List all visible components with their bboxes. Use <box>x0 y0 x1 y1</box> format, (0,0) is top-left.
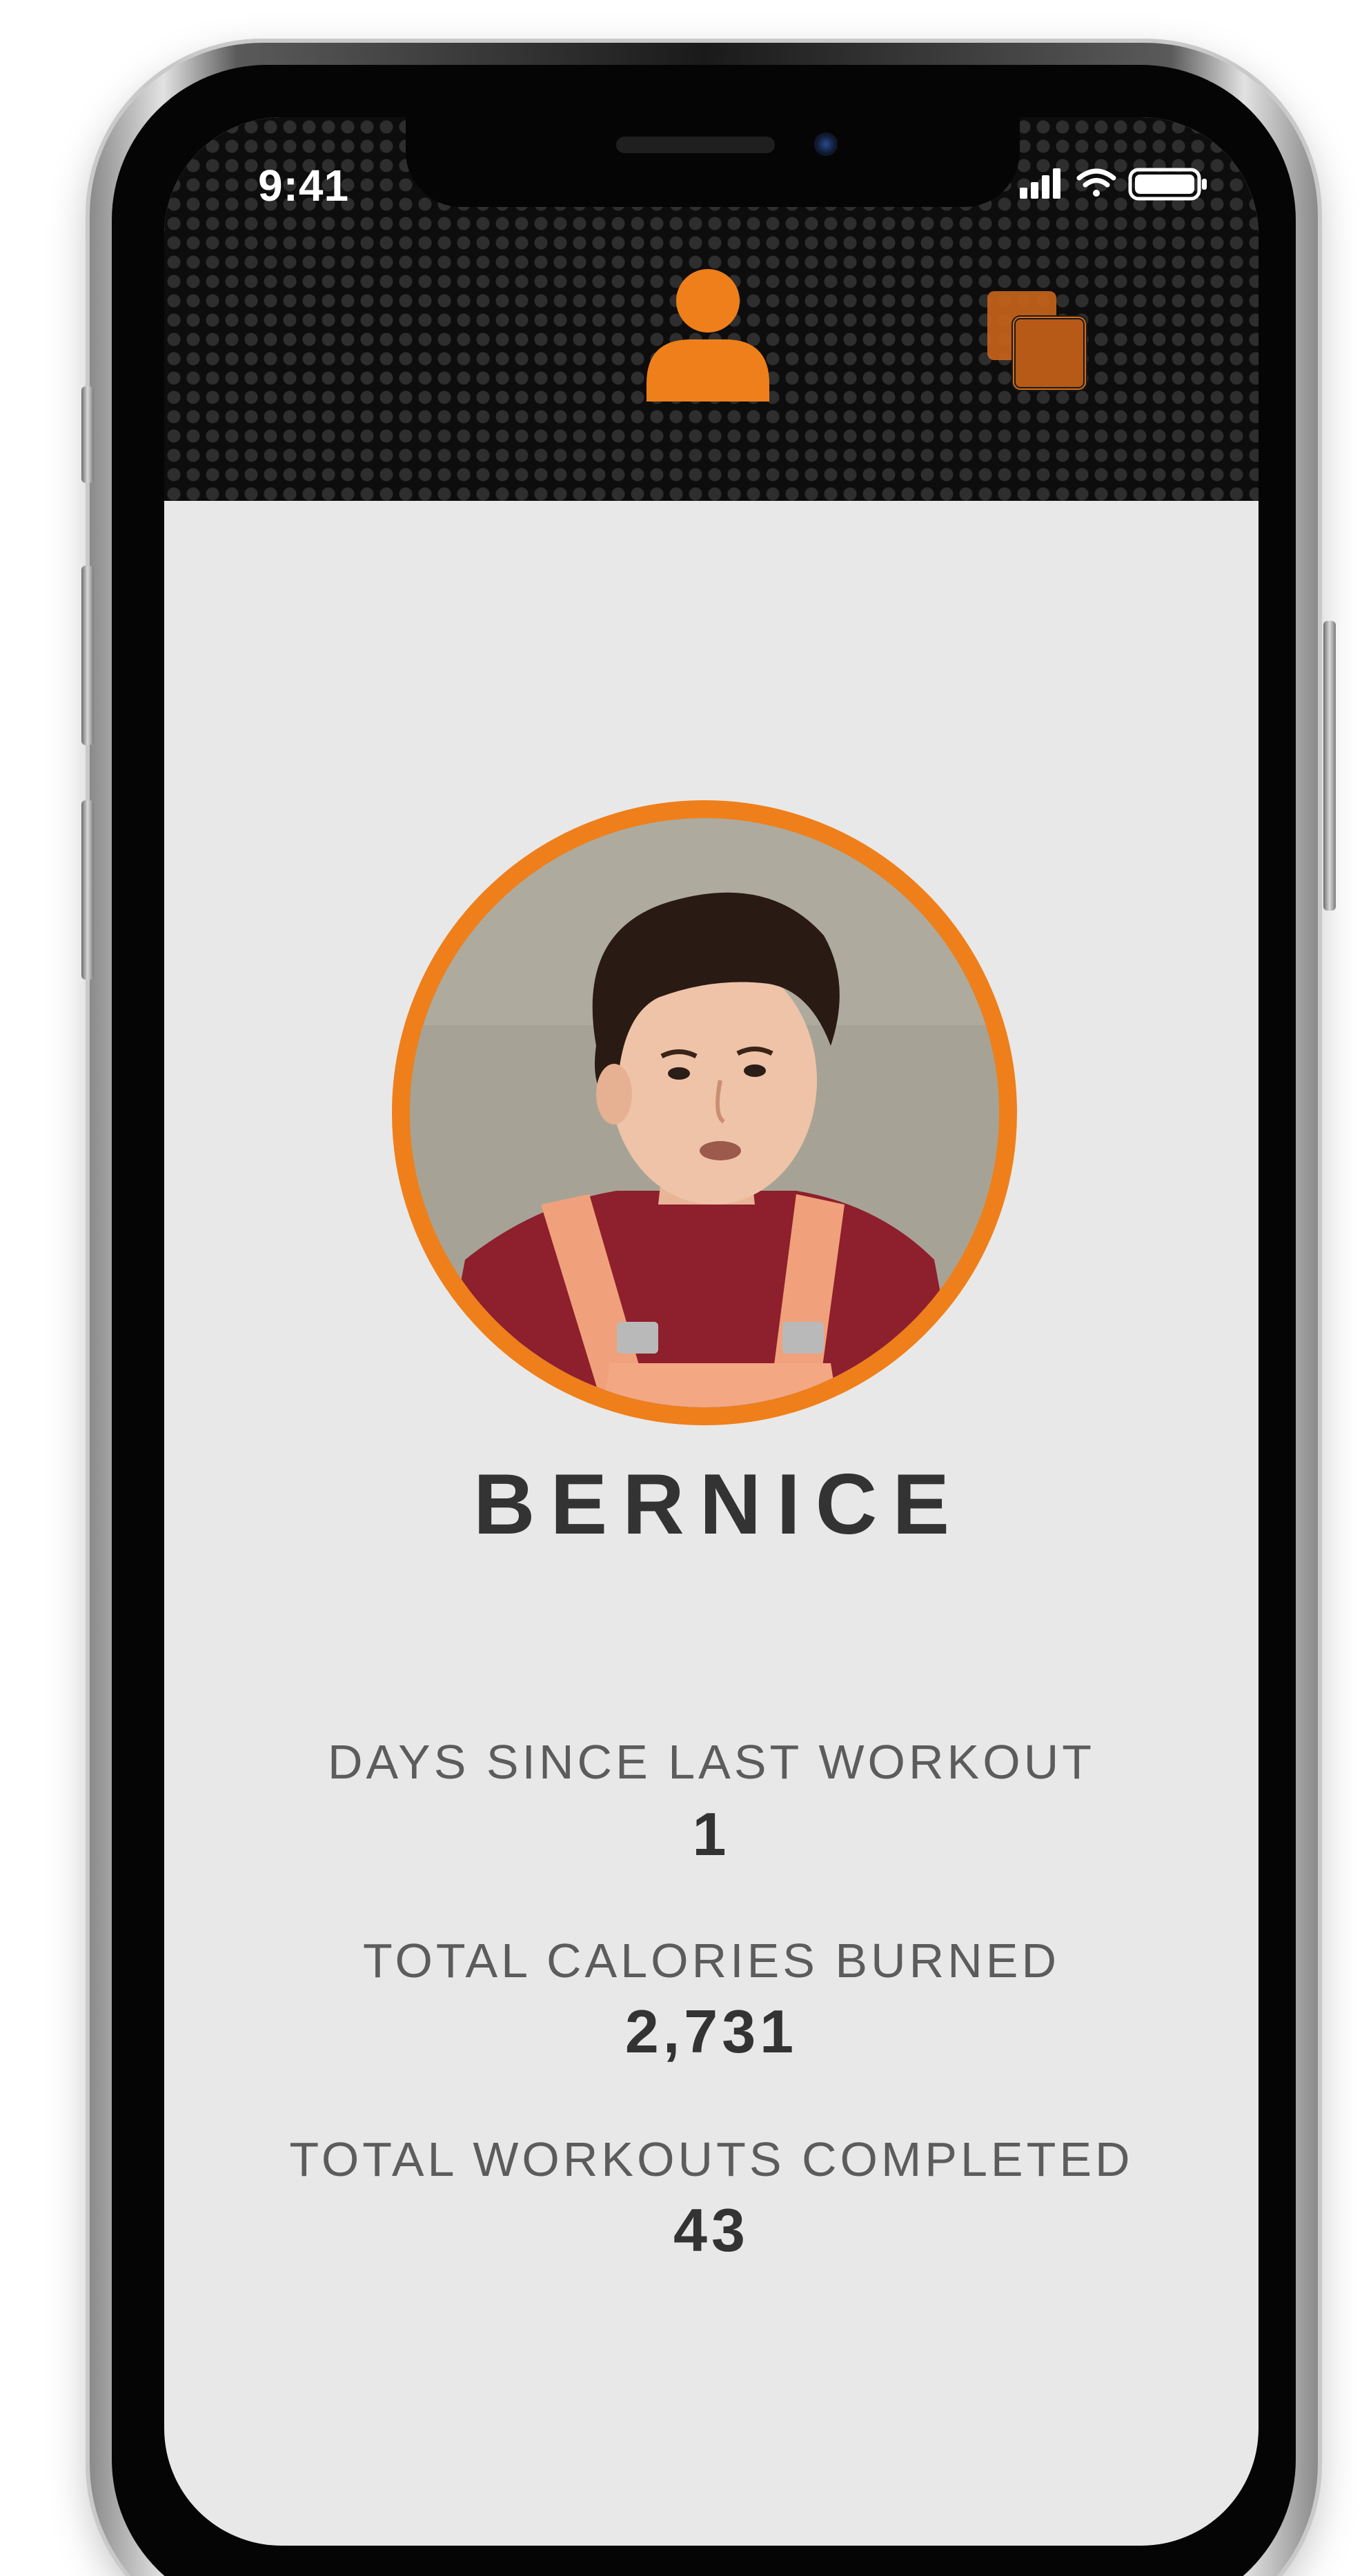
power-button <box>1323 621 1336 911</box>
stacked-cards-icon[interactable] <box>985 288 1088 392</box>
front-camera <box>814 132 838 156</box>
stat-value-total-workouts-completed: 43 <box>673 2196 749 2264</box>
person-icon[interactable] <box>642 268 773 402</box>
signal-icon <box>1020 168 1060 199</box>
status-icons <box>1020 168 1207 201</box>
status-time: 9:41 <box>258 161 350 210</box>
user-photo <box>410 818 999 1407</box>
volume-down-button <box>81 800 94 980</box>
earpiece-speaker <box>616 137 775 153</box>
device-mockup: 9:41 BERNICE DAYS SINCE LAST WORKOUT 1 T… <box>0 0 1362 2576</box>
user-name: BERNICE <box>473 1457 965 1552</box>
avatar[interactable] <box>392 800 1017 1425</box>
stat-value-days-since-last-workout: 1 <box>692 1800 731 1868</box>
battery-icon <box>1128 168 1207 201</box>
stat-value-total-calories-burned: 2,731 <box>624 1997 798 2065</box>
stat-label-days-since-last-workout: DAYS SINCE LAST WORKOUT <box>327 1735 1096 1789</box>
mute-switch <box>81 386 94 483</box>
app-header: 9:41 <box>164 117 1259 501</box>
stat-label-total-calories-burned: TOTAL CALORIES BURNED <box>362 1934 1060 1988</box>
notch <box>406 117 1020 207</box>
volume-up-button <box>81 566 94 745</box>
stat-label-total-workouts-completed: TOTAL WORKOUTS COMPLETED <box>289 2132 1134 2186</box>
app-screen: 9:41 BERNICE DAYS SINCE LAST WORKOUT 1 T… <box>164 117 1259 2546</box>
wifi-icon <box>1076 168 1116 197</box>
